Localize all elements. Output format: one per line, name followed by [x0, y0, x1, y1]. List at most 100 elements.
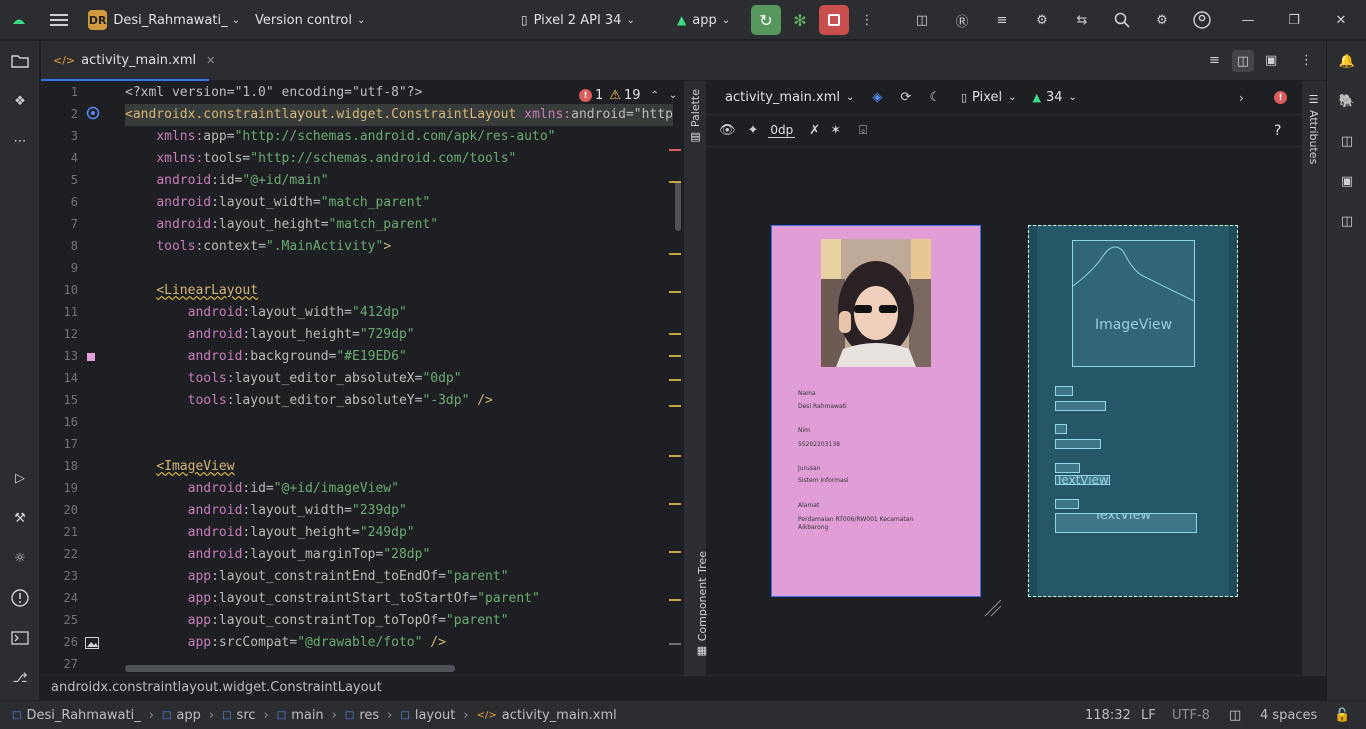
settings-gear-icon[interactable]: ⚙	[1150, 0, 1174, 40]
device-explorer-icon[interactable]: ◫	[1327, 206, 1366, 236]
code-line[interactable]: app:srcCompat="@drawable/foto" />	[125, 632, 446, 654]
account-icon[interactable]	[1190, 0, 1214, 40]
stripe-mark[interactable]	[669, 379, 681, 381]
view-options-eye-icon[interactable]: 👁	[719, 123, 736, 138]
chevron-up-icon[interactable]: ⌃	[650, 90, 658, 101]
blueprint-textview-1[interactable]: TextView	[1055, 475, 1110, 485]
code-line[interactable]: android:layout_width="match_parent"	[125, 192, 430, 214]
profile-photo[interactable]	[821, 239, 931, 367]
breadcrumb-item[interactable]: Desi_Rahmawati_	[26, 708, 140, 723]
stripe-mark[interactable]	[669, 599, 681, 601]
code-lines[interactable]: <?xml version="1.0" encoding="utf-8"?> <a…	[125, 81, 681, 675]
code-line[interactable]: <ImageView	[125, 456, 234, 478]
gradle-icon[interactable]: 🐘	[1327, 86, 1366, 116]
restore-icon[interactable]: ❐	[1282, 0, 1306, 40]
inspection-widget[interactable]: ! 1 ⚠ 19 ⌃ ⌄	[575, 88, 678, 103]
rerun-button[interactable]: ↻	[751, 5, 781, 35]
image-preview-icon[interactable]	[85, 637, 99, 653]
problems-icon[interactable]	[0, 583, 40, 613]
app-inspection-icon[interactable]: ☼	[0, 543, 40, 573]
translate-icon[interactable]: Ⓡ	[950, 0, 974, 40]
stripe-mark[interactable]	[669, 643, 681, 645]
blueprint-value-2[interactable]	[1055, 439, 1101, 449]
breadcrumb-item[interactable]: main	[291, 708, 323, 723]
code-line[interactable]: <?xml version="1.0" encoding="utf-8"?>	[125, 82, 422, 104]
indent-setting[interactable]: 4 spaces	[1260, 701, 1317, 729]
stripe-mark[interactable]	[669, 455, 681, 457]
blueprint-label-4[interactable]	[1055, 499, 1079, 509]
night-mode-icon[interactable]: ☾	[929, 90, 941, 105]
split-view-icon[interactable]: ◫	[1232, 50, 1254, 72]
vcs-menu[interactable]: Version control ⌄	[255, 0, 375, 40]
blueprint-imageview[interactable]: ImageView	[1072, 240, 1195, 367]
run-config-selector[interactable]: ▲ app ⌄	[677, 0, 747, 40]
color-swatch-icon[interactable]	[87, 353, 95, 361]
stripe-mark[interactable]	[669, 149, 681, 151]
chevron-down-icon[interactable]: ⌄	[669, 90, 677, 101]
clear-constraints-icon[interactable]: ✗	[809, 123, 820, 138]
code-line[interactable]: android:id="@+id/main"	[125, 170, 328, 192]
infer-constraints-icon[interactable]: ✶	[830, 123, 841, 138]
blueprint-phone[interactable]: ImageView TextView TextView	[1028, 225, 1238, 597]
guidelines-icon[interactable]: ⌻	[859, 123, 867, 138]
design-view-icon[interactable]: ▣	[1265, 53, 1277, 68]
run-icon[interactable]: ▷	[0, 463, 40, 493]
layout-file-dropdown[interactable]: activity_main.xml ⌄	[725, 90, 854, 105]
code-line[interactable]: xmlns:app="http://schemas.android.com/ap…	[125, 126, 555, 148]
code-line[interactable]: xmlns:tools="http://schemas.android.com/…	[125, 148, 516, 170]
breadcrumb-item[interactable]: activity_main.xml	[502, 708, 617, 723]
stripe-mark[interactable]	[669, 551, 681, 553]
stop-button[interactable]	[819, 5, 849, 35]
more-tools-icon[interactable]: ⋯	[0, 126, 40, 156]
stripe-mark[interactable]	[669, 181, 681, 183]
code-line[interactable]: android:layout_height="729dp"	[125, 324, 415, 346]
project-folder-icon[interactable]	[0, 46, 40, 76]
breadcrumb-item[interactable]: app	[176, 708, 200, 723]
stripe-mark[interactable]	[669, 405, 681, 407]
code-line[interactable]: app:layout_constraintEnd_toEndOf="parent…	[125, 566, 509, 588]
code-line[interactable]: android:background="#E19ED6"	[125, 346, 407, 368]
logcat-icon[interactable]: ≡	[990, 0, 1014, 40]
code-line[interactable]: <LinearLayout	[125, 280, 258, 302]
breadcrumb-item[interactable]: src	[237, 708, 256, 723]
code-line[interactable]: app:layout_constraintTop_toTopOf="parent…	[125, 610, 509, 632]
project-switcher[interactable]: DR Desi_Rahmawati_ ⌄	[88, 0, 240, 40]
stripe-mark[interactable]	[669, 503, 681, 505]
resource-manager-icon[interactable]: ❖	[0, 86, 40, 116]
lock-icon[interactable]: 🔓	[1334, 701, 1350, 729]
vertical-scrollbar[interactable]	[675, 181, 681, 231]
blueprint-value-1[interactable]	[1055, 401, 1106, 411]
sdk-manager-icon[interactable]: ⚙	[1030, 0, 1054, 40]
line-separator[interactable]: LF	[1141, 701, 1156, 729]
attributes-tab[interactable]: ☰ Attributes	[1307, 93, 1320, 164]
code-line[interactable]: android:id="@+id/imageView"	[125, 478, 399, 500]
breadcrumb-item[interactable]: layout	[415, 708, 456, 723]
tab-activity-main[interactable]: </> activity_main.xml ✕	[41, 41, 215, 81]
code-line[interactable]: android:layout_height="match_parent"	[125, 214, 438, 236]
search-icon[interactable]	[1110, 0, 1134, 40]
code-line[interactable]: android:layout_width="239dp"	[125, 500, 407, 522]
stripe-mark[interactable]	[669, 253, 681, 255]
constraint-layout-gutter-icon[interactable]	[86, 106, 100, 124]
blueprint-label-2[interactable]	[1055, 424, 1067, 434]
orientation-icon[interactable]: ⟳	[900, 90, 911, 105]
render-error-icon[interactable]: !	[1274, 91, 1287, 104]
terminal-icon[interactable]	[0, 623, 40, 653]
code-line[interactable]: android:layout_height="249dp"	[125, 522, 415, 544]
blueprint-label-3[interactable]	[1055, 463, 1080, 473]
code-editor[interactable]: 1 2 3 4 5 6 7 8 9 10 11 12 13 14 15 16 17 18 19 20 21 22 23 24 2…	[41, 81, 683, 675]
palette-tab[interactable]: Palette ▤	[689, 89, 702, 143]
code-line[interactable]: android:layout_width="412dp"	[125, 302, 407, 324]
stripe-mark[interactable]	[669, 333, 681, 335]
code-line[interactable]: tools:context=".MainActivity">	[125, 236, 391, 258]
minimize-icon[interactable]: —	[1236, 0, 1260, 40]
code-line[interactable]: android:layout_marginTop="28dp"	[125, 544, 431, 566]
device-selector[interactable]: ▯ Pixel 2 API 34 ⌄	[521, 0, 651, 40]
more-options-icon[interactable]: ⋮	[1300, 53, 1313, 68]
device-dropdown[interactable]: ▯ Pixel ⌄	[961, 90, 1017, 105]
notifications-bell-icon[interactable]: 🔔	[1327, 46, 1366, 76]
running-devices-icon[interactable]: ▣	[1327, 166, 1366, 196]
sync-gradle-icon[interactable]: ⇆	[1070, 0, 1094, 40]
device-manager-icon[interactable]: ◫	[910, 0, 934, 40]
more-actions-icon[interactable]: ⋮	[856, 0, 878, 40]
